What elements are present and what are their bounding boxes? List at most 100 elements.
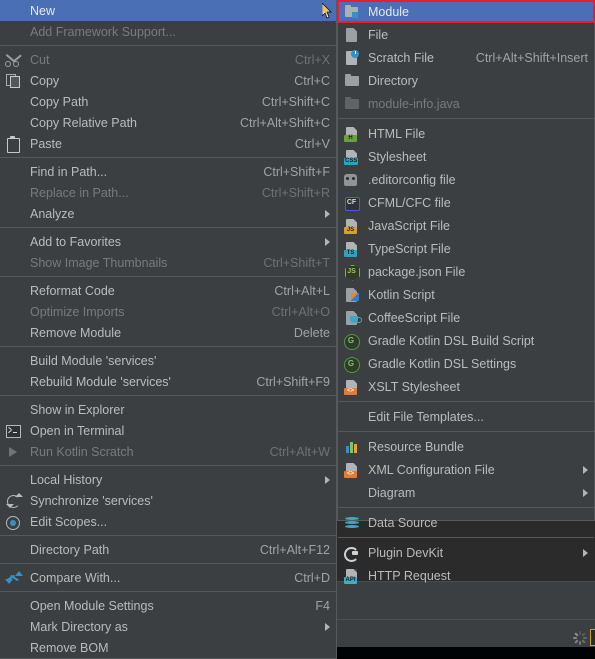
menu-item-mark-directory-as[interactable]: Mark Directory as (0, 616, 336, 637)
menu-separator (0, 563, 336, 564)
menu-item-build-module-services[interactable]: Build Module 'services' (0, 350, 336, 371)
menu-item-label: CFML/CFC file (368, 195, 451, 210)
menu-item-shortcut: Ctrl+C (294, 73, 330, 88)
gradle-icon: G (342, 333, 364, 350)
menu-item-label: Mark Directory as (30, 619, 128, 634)
menu-item-kotlin-script[interactable]: Kotlin Script (338, 283, 594, 306)
menu-item-compare-with[interactable]: Compare With... Ctrl+D (0, 567, 336, 588)
menu-item-label: Resource Bundle (368, 439, 464, 454)
menu-item-reformat-code[interactable]: Reformat Code Ctrl+Alt+L (0, 280, 336, 301)
data-source-icon (342, 515, 364, 531)
menu-item-scratch-file[interactable]: Scratch File Ctrl+Alt+Shift+Insert (338, 46, 594, 69)
menu-item-diagram[interactable]: Diagram (338, 481, 594, 504)
menu-item-find-in-path[interactable]: Find in Path... Ctrl+Shift+F (0, 161, 336, 182)
menu-item-label: Module (368, 4, 409, 19)
menu-item-plugin-devkit[interactable]: Plugin DevKit (338, 541, 594, 564)
no-icon (4, 115, 26, 131)
menu-item-module[interactable]: Module (338, 0, 594, 23)
menu-item-typescript-file[interactable]: TS TypeScript File (338, 237, 594, 260)
menu-item-label: Edit File Templates... (368, 409, 484, 424)
menu-item-analyze[interactable]: Analyze (0, 203, 336, 224)
menu-item-copy-path[interactable]: Copy Path Ctrl+Shift+C (0, 91, 336, 112)
menu-item-data-source[interactable]: Data Source (338, 511, 594, 534)
menu-item-shortcut: Ctrl+Shift+F (263, 164, 330, 179)
menu-item-shortcut: Ctrl+Alt+F12 (259, 542, 330, 557)
menu-item-copy[interactable]: Copy Ctrl+C (0, 70, 336, 91)
no-icon (4, 24, 26, 40)
screenshot-root: New Add Framework Support... Cut Ctrl+X Copy… (0, 0, 595, 659)
menu-item-editorconfig-file[interactable]: .editorconfig file (338, 168, 594, 191)
no-icon (4, 598, 26, 614)
menu-item-gradle-kotlin-dsl-settings[interactable]: G Gradle Kotlin DSL Settings (338, 352, 594, 375)
menu-item-show-in-explorer[interactable]: Show in Explorer (0, 399, 336, 420)
menu-item-label: Optimize Imports (30, 304, 125, 319)
menu-item-optimize-imports: Optimize Imports Ctrl+Alt+O (0, 301, 336, 322)
html-file-icon: H (342, 126, 364, 142)
menu-item-remove-module[interactable]: Remove Module Delete (0, 322, 336, 343)
menu-item-run-kotlin-scratch: Run Kotlin Scratch Ctrl+Alt+W (0, 441, 336, 462)
cfml-icon: CF (342, 195, 364, 211)
menu-item-http-request[interactable]: API HTTP Request (338, 564, 594, 587)
menu-item-shortcut: Ctrl+Alt+W (269, 444, 330, 459)
menu-separator (338, 507, 594, 508)
typescript-file-icon: TS (342, 241, 364, 257)
no-icon (4, 542, 26, 558)
menu-item-label: package.json File (368, 264, 466, 279)
menu-item-resource-bundle[interactable]: Resource Bundle (338, 435, 594, 458)
menu-item-label: JavaScript File (368, 218, 450, 233)
module-info-icon (342, 96, 364, 112)
menu-item-label: Add Framework Support... (30, 24, 176, 39)
menu-item-label: module-info.java (368, 96, 460, 111)
menu-item-shortcut: Ctrl+Shift+C (261, 94, 330, 109)
menu-item-shortcut: Ctrl+Alt+Shift+C (240, 115, 330, 130)
no-icon (4, 255, 26, 271)
menu-item-remove-bom[interactable]: Remove BOM (0, 637, 336, 658)
menu-separator (0, 157, 336, 158)
menu-item-rebuild-module-services[interactable]: Rebuild Module 'services' Ctrl+Shift+F9 (0, 371, 336, 392)
menu-item-shortcut: Ctrl+Alt+O (271, 304, 330, 319)
menu-separator (0, 45, 336, 46)
menu-item-label: Copy Relative Path (30, 115, 138, 130)
menu-item-add-to-favorites[interactable]: Add to Favorites (0, 231, 336, 252)
no-icon (4, 325, 26, 341)
menu-item-synchronize-services[interactable]: Synchronize 'services' (0, 490, 336, 511)
menu-item-coffeescript-file[interactable]: CoffeeScript File (338, 306, 594, 329)
no-icon (4, 206, 26, 222)
menu-item-label: XML Configuration File (368, 462, 495, 477)
menu-item-label: Diagram (368, 485, 416, 500)
menu-item-xml-configuration-file[interactable]: <> XML Configuration File (338, 458, 594, 481)
menu-item-edit-file-templates[interactable]: Edit File Templates... (338, 405, 594, 428)
menu-item-xslt-stylesheet[interactable]: <> XSLT Stylesheet (338, 375, 594, 398)
project-view-context-menu[interactable]: New Add Framework Support... Cut Ctrl+X Copy… (0, 0, 337, 659)
menu-item-local-history[interactable]: Local History (0, 469, 336, 490)
menu-item-copy-relative-path[interactable]: Copy Relative Path Ctrl+Alt+Shift+C (0, 112, 336, 133)
menu-item-shortcut: Ctrl+Shift+T (263, 255, 330, 270)
plugin-devkit-icon (342, 545, 364, 562)
menu-item-label: Remove BOM (30, 640, 109, 655)
menu-item-open-module-settings[interactable]: Open Module Settings F4 (0, 595, 336, 616)
menu-item-gradle-kotlin-dsl-build-script[interactable]: G Gradle Kotlin DSL Build Script (338, 329, 594, 352)
menu-item-new[interactable]: New (0, 0, 336, 21)
menu-item-label: New (30, 3, 56, 18)
play-icon (4, 444, 26, 460)
menu-item-paste[interactable]: Paste Ctrl+V (0, 133, 336, 154)
loading-spinner-icon (573, 631, 587, 645)
menu-item-label: Add to Favorites (30, 234, 122, 249)
javascript-file-icon: JS (342, 218, 364, 234)
menu-item-directory-path[interactable]: Directory Path Ctrl+Alt+F12 (0, 539, 336, 560)
menu-item-directory[interactable]: Directory (338, 69, 594, 92)
new-submenu[interactable]: Module File Scratch File Ctrl+Alt+Shift+Ins… (337, 0, 595, 584)
menu-item-package-json-file[interactable]: JS package.json File (338, 260, 594, 283)
menu-item-cfml-cfc-file[interactable]: CF CFML/CFC file (338, 191, 594, 214)
xml-config-icon: <> (342, 462, 364, 478)
menu-item-open-in-terminal[interactable]: Open in Terminal (0, 420, 336, 441)
menu-item-module-info-java: module-info.java (338, 92, 594, 115)
menu-item-file[interactable]: File (338, 23, 594, 46)
menu-item-shortcut: Ctrl+X (294, 52, 330, 67)
menu-item-html-file[interactable]: H HTML File (338, 122, 594, 145)
menu-item-replace-in-path: Replace in Path... Ctrl+Shift+R (0, 182, 336, 203)
menu-item-stylesheet[interactable]: CSS Stylesheet (338, 145, 594, 168)
menu-item-javascript-file[interactable]: JS JavaScript File (338, 214, 594, 237)
menu-item-edit-scopes[interactable]: Edit Scopes... (0, 511, 336, 532)
directory-icon (342, 73, 364, 89)
